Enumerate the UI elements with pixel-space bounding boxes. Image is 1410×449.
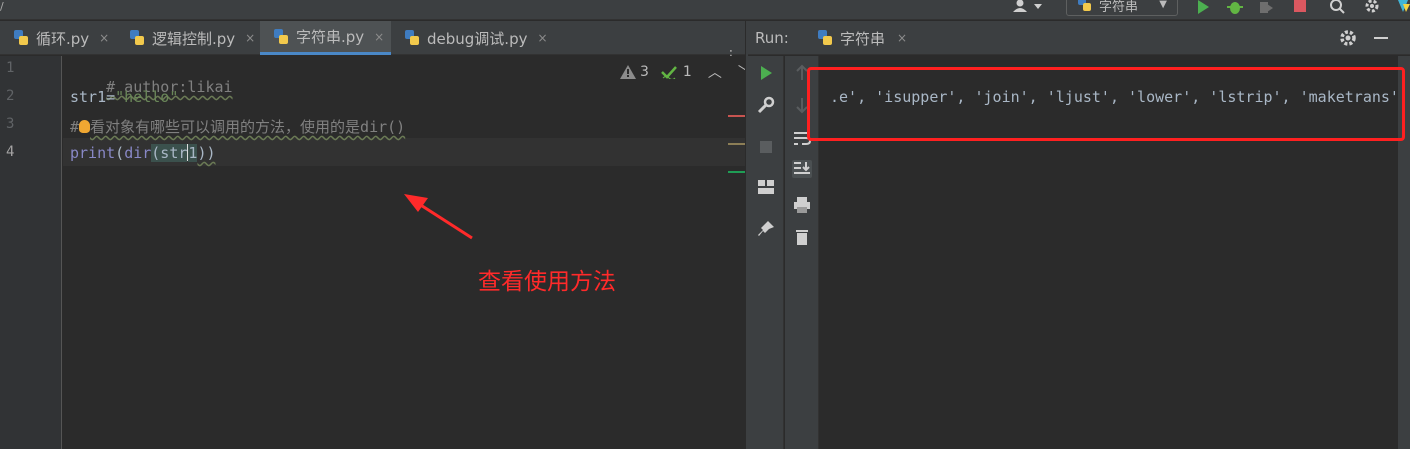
run-icon[interactable] <box>1195 0 1211 14</box>
warning-stripe-marker[interactable] <box>728 143 745 145</box>
tab-label: 循环.py <box>36 29 90 48</box>
python-file-icon <box>405 30 419 45</box>
line-number: 3 <box>6 116 15 132</box>
settings-icon[interactable] <box>1364 0 1380 14</box>
trash-icon[interactable] <box>792 228 812 246</box>
tab-run-zifuchuan[interactable]: 字符串 × <box>810 21 907 55</box>
close-icon[interactable]: × <box>99 31 109 45</box>
line-number-gutter: 1 2 3 4 <box>0 56 62 449</box>
tab-debug-tiaoshi[interactable]: debug调试.py × <box>391 21 553 55</box>
python-file-icon <box>274 28 288 44</box>
scroll-to-end-icon[interactable] <box>792 160 812 178</box>
minimize-icon[interactable] <box>1372 29 1390 47</box>
typo-count: 1 <box>682 64 692 80</box>
builtin-print-token: print <box>70 144 116 162</box>
run-label: Run: <box>755 29 789 47</box>
line-number: 2 <box>6 88 15 104</box>
python-file-icon <box>14 30 28 45</box>
close-icon[interactable]: × <box>897 31 907 45</box>
argument-token: (str <box>151 144 188 162</box>
debug-icon[interactable] <box>1227 0 1243 14</box>
stop-icon[interactable] <box>756 138 776 156</box>
close-icon[interactable]: × <box>245 31 255 45</box>
user-dropdown-icon[interactable] <box>1032 0 1044 14</box>
annotation-arrow-icon <box>404 194 473 240</box>
warning-count: 3 <box>640 64 649 80</box>
code-line-3[interactable]: # 看对象有哪些可以调用的方法，使用的是dir() <box>70 116 405 137</box>
tab-luoji-kongzhi[interactable]: 逻辑控制.py × <box>116 21 260 55</box>
tab-label: debug调试.py <box>427 29 528 48</box>
annotation-highlight-box <box>807 67 1405 141</box>
previous-highlight-icon[interactable]: ︿ <box>708 62 722 82</box>
warning-icon <box>620 65 636 79</box>
comment-hash-token: # <box>70 118 80 136</box>
run-with-coverage-icon[interactable] <box>1258 0 1274 14</box>
user-icon[interactable] <box>1012 0 1028 14</box>
wrench-icon[interactable] <box>756 96 776 114</box>
inspection-widget[interactable]: 3 1 ︿ ﹀ <box>620 62 752 82</box>
code-line-4[interactable]: print(dir(str1)) <box>70 144 216 162</box>
string-token: "hello" <box>115 88 179 106</box>
run-toolbar-primary <box>748 56 784 449</box>
paren-token: ( <box>115 144 125 162</box>
main-toolbar: / 字符串 ▼ <box>0 0 1410 20</box>
run-tab-label: 字符串 <box>840 29 886 48</box>
run-configuration-label: 字符串 <box>1099 0 1139 15</box>
ide-logo-icon[interactable] <box>1396 0 1410 14</box>
tab-zifuchuan[interactable]: 字符串.py × <box>260 21 391 55</box>
tab-xunhuan[interactable]: 循环.py × <box>0 21 116 55</box>
comment-token: 看对象有哪些可以调用的方法，使用的是dir() <box>90 118 406 136</box>
intention-bulb-icon[interactable] <box>79 120 91 133</box>
builtin-dir-token: dir <box>124 144 152 162</box>
close-icon[interactable]: × <box>374 30 384 44</box>
typo-stripe-marker[interactable] <box>728 171 745 173</box>
settings-icon[interactable] <box>1339 29 1357 47</box>
close-icon[interactable]: × <box>537 31 547 45</box>
error-stripe-marker[interactable] <box>728 115 745 117</box>
chevron-down-icon: ▼ <box>1159 0 1167 10</box>
pin-icon[interactable] <box>756 220 776 238</box>
python-file-icon <box>1078 0 1091 11</box>
toolbar-edge-glyph: / <box>0 0 4 13</box>
code-editor[interactable]: # author:likai str1="hello" # 看对象有哪些可以调用的… <box>63 56 745 449</box>
print-icon[interactable] <box>792 196 812 214</box>
python-file-icon <box>818 30 832 45</box>
editor-tab-bar: 循环.py × 逻辑控制.py × 字符串.py × debug调试.py × … <box>0 21 745 64</box>
rerun-icon[interactable] <box>756 64 776 82</box>
run-tool-window-header: Run: 字符串 × <box>748 21 1410 55</box>
typo-check-icon <box>661 66 677 79</box>
variable-token: str1 <box>70 88 107 106</box>
tab-label: 字符串.py <box>296 28 365 46</box>
line-number: 1 <box>6 60 15 76</box>
run-configuration-selector[interactable]: 字符串 ▼ <box>1066 0 1178 16</box>
tab-label: 逻辑控制.py <box>152 29 236 48</box>
code-line-2[interactable]: str1="hello" <box>70 88 178 106</box>
annotation-text: 查看使用方法 <box>478 269 616 295</box>
python-file-icon <box>130 30 144 45</box>
search-icon[interactable] <box>1330 0 1346 14</box>
paren-token: )) <box>197 144 216 162</box>
stop-icon[interactable] <box>1292 0 1308 14</box>
operator-token: = <box>106 88 116 106</box>
layout-icon[interactable] <box>756 178 776 196</box>
line-number-current: 4 <box>6 144 15 160</box>
